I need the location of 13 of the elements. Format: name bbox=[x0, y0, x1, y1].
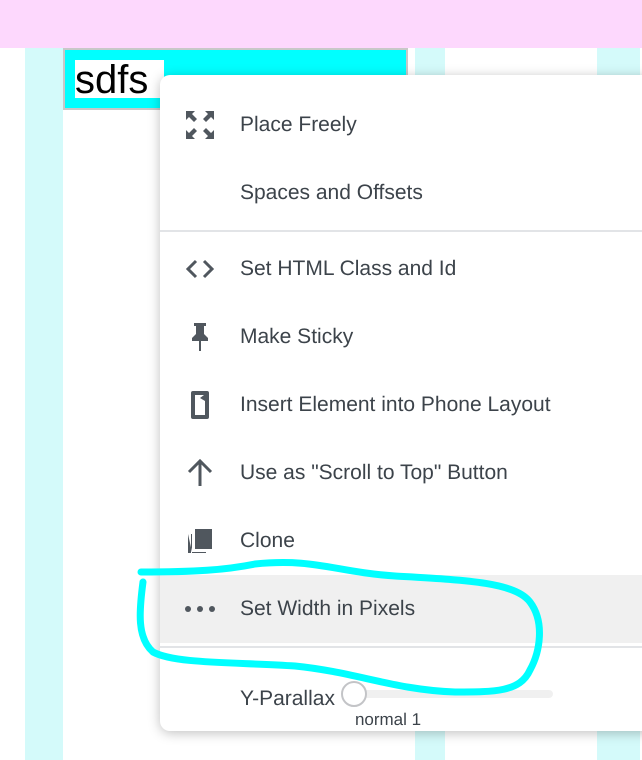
pin-icon bbox=[191, 323, 209, 351]
slider-thumb[interactable] bbox=[340, 681, 367, 707]
copy-icon bbox=[188, 529, 212, 553]
slider-label: Y-Parallax bbox=[240, 686, 335, 712]
menu-item[interactable]: Set Width in Pixels bbox=[160, 575, 642, 643]
arrow-up-icon bbox=[187, 459, 213, 487]
element-text: sdfs bbox=[75, 60, 164, 98]
more-icon bbox=[184, 605, 216, 613]
phone-icon bbox=[191, 391, 209, 419]
code-icon bbox=[185, 259, 215, 279]
slider-track[interactable] bbox=[340, 681, 553, 707]
slider-value: normal 1 bbox=[354, 709, 422, 731]
expand-icon bbox=[185, 110, 215, 140]
